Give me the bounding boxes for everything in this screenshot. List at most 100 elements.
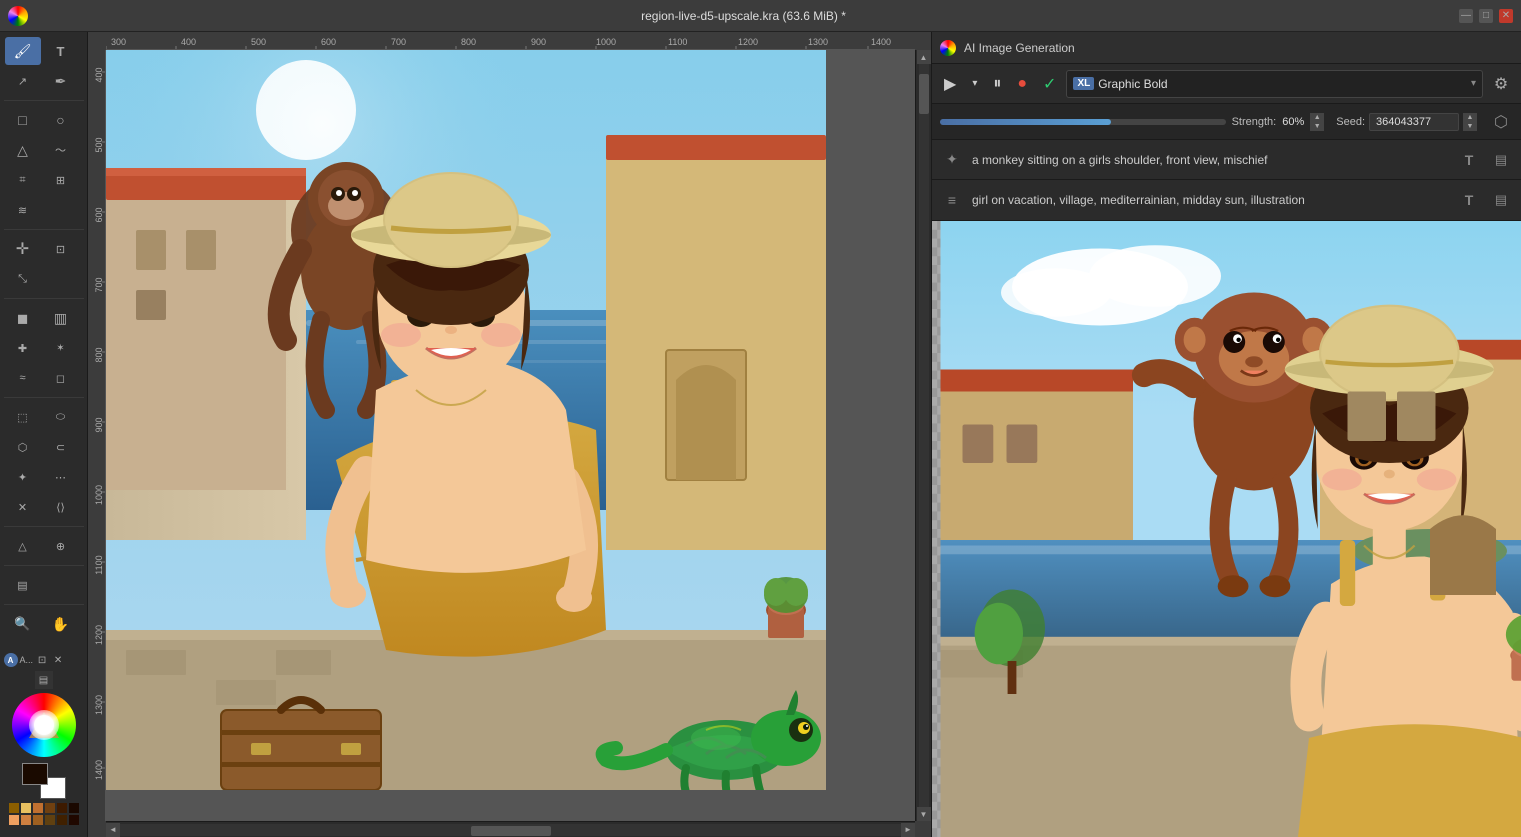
svg-text:900: 900 bbox=[94, 417, 104, 432]
swatch-8[interactable] bbox=[21, 815, 31, 825]
swatch-4[interactable] bbox=[45, 803, 55, 813]
swatch-11[interactable] bbox=[57, 815, 67, 825]
placeholder1 bbox=[43, 196, 79, 224]
layers-manager-btn[interactable]: ▤ bbox=[5, 571, 41, 599]
dynamic-brush-tool[interactable]: ≋ bbox=[5, 196, 41, 224]
seed-spinner[interactable]: ▲ ▼ bbox=[1463, 113, 1477, 131]
style-prompt-icon: ≡ bbox=[940, 188, 964, 212]
color-selector-dot bbox=[34, 715, 54, 735]
select-ellipse-tool[interactable]: ⬭ bbox=[43, 403, 79, 431]
3d-cube-icon[interactable]: ⬡ bbox=[1489, 110, 1513, 134]
seed-up[interactable]: ▲ bbox=[1463, 113, 1477, 122]
style-prompt-text[interactable]: girl on vacation, village, mediterrainia… bbox=[972, 193, 1449, 207]
freehand-brush-tool[interactable]: ↗ bbox=[5, 67, 41, 95]
reference-image-tool[interactable]: ⊕ bbox=[43, 532, 79, 560]
scrollbar-right-thumb[interactable] bbox=[919, 74, 929, 114]
magic-wand-tool[interactable]: ✦ bbox=[5, 463, 41, 491]
swatch-1[interactable] bbox=[9, 803, 19, 813]
tools-section-shapes: □ ○ △ 〜 ⌗ ⊞ ≋ bbox=[4, 105, 84, 230]
scroll-right-button[interactable]: ► bbox=[901, 823, 915, 837]
scrollbar-bottom[interactable]: ◄ ► bbox=[106, 821, 915, 837]
close-button[interactable]: ✕ bbox=[1499, 9, 1513, 23]
seed-input[interactable]: 364043377 bbox=[1369, 113, 1459, 131]
ai-panel-close[interactable]: ✕ bbox=[51, 653, 65, 667]
multibrush-tool[interactable]: ⊞ bbox=[43, 166, 79, 194]
eraser-tool[interactable]: ◻ bbox=[43, 364, 79, 392]
scrollbar-bottom-thumb[interactable] bbox=[471, 826, 551, 836]
select-polygon-tool[interactable]: ⬡ bbox=[5, 433, 41, 461]
swatch-2[interactable] bbox=[21, 803, 31, 813]
maximize-button[interactable]: □ bbox=[1479, 9, 1493, 23]
ai-label: A... bbox=[20, 655, 34, 665]
main-layout: 🖌 T ↗ ✒ □ ○ △ 〜 ⌗ ⊞ ≋ bbox=[0, 32, 1521, 837]
foreground-color-swatch[interactable] bbox=[22, 763, 48, 785]
ai-apply-button[interactable]: ✓ bbox=[1037, 70, 1062, 98]
strength-spinner[interactable]: ▲ ▼ bbox=[1310, 113, 1324, 131]
similar-selection-tool[interactable]: ⋯ bbox=[43, 463, 79, 491]
paint-brush-tool[interactable]: 🖌 bbox=[5, 37, 41, 65]
swatch-3[interactable] bbox=[33, 803, 43, 813]
canvas-scroll-area[interactable] bbox=[106, 50, 915, 821]
text-tool[interactable]: T bbox=[43, 37, 79, 65]
color-wheel[interactable] bbox=[12, 693, 76, 757]
measure-tool[interactable]: △ bbox=[5, 532, 41, 560]
svg-text:900: 900 bbox=[531, 37, 546, 47]
move-tool[interactable]: ✛ bbox=[5, 235, 41, 263]
color-picker-area: A A... ⊡ ✕ ▤ bbox=[0, 645, 88, 833]
scrollbar-right[interactable]: ▲ ▼ bbox=[915, 50, 931, 821]
krita-icon bbox=[940, 40, 956, 56]
seed-down[interactable]: ▼ bbox=[1463, 122, 1477, 131]
ai-play-dropdown[interactable]: ▾ bbox=[966, 70, 983, 98]
strength-slider[interactable] bbox=[940, 119, 1226, 125]
prompt-layers-icon[interactable]: ▤ bbox=[1489, 148, 1513, 172]
ai-settings-button[interactable]: ⚙ bbox=[1487, 70, 1515, 98]
minimize-button[interactable]: — bbox=[1459, 9, 1473, 23]
ai-panel-pin[interactable]: ⊡ bbox=[35, 653, 49, 667]
swatch-7[interactable] bbox=[9, 815, 19, 825]
erase-selection-tool[interactable]: ✕ bbox=[5, 493, 41, 521]
crop-tool[interactable]: ⊡ bbox=[43, 235, 79, 263]
path-tool[interactable]: 〜 bbox=[43, 136, 79, 164]
ai-play-button[interactable]: ▶ bbox=[938, 70, 962, 98]
ai-record-button[interactable]: ● bbox=[1011, 70, 1033, 98]
pen-tool[interactable]: ✒ bbox=[43, 67, 79, 95]
zoom-tool[interactable]: 🔍 bbox=[5, 610, 41, 638]
deform-selection-tool[interactable]: ⟨⟩ bbox=[43, 493, 79, 521]
positive-prompt-text[interactable]: a monkey sitting on a girls shoulder, fr… bbox=[972, 153, 1449, 167]
svg-text:1100: 1100 bbox=[668, 37, 687, 47]
calligraphy-tool[interactable]: ⌗ bbox=[5, 166, 41, 194]
rectangle-tool[interactable]: □ bbox=[5, 106, 41, 134]
ellipse-tool[interactable]: ○ bbox=[43, 106, 79, 134]
eyedropper-tool[interactable]: ✚ bbox=[5, 334, 41, 362]
swatch-5[interactable] bbox=[57, 803, 67, 813]
scroll-down-button[interactable]: ▼ bbox=[917, 807, 931, 821]
polygon-tool[interactable]: △ bbox=[5, 136, 41, 164]
fill-tool[interactable]: ◼ bbox=[5, 304, 41, 332]
smart-patch-tool[interactable]: ✶ bbox=[43, 334, 79, 362]
smear-tool[interactable]: ≈ bbox=[5, 364, 41, 392]
scroll-left-button[interactable]: ◄ bbox=[106, 823, 120, 837]
svg-text:600: 600 bbox=[94, 207, 104, 222]
select-rect-tool[interactable]: ⬚ bbox=[5, 403, 41, 431]
generated-image-container bbox=[932, 221, 1521, 837]
strength-up[interactable]: ▲ bbox=[1310, 113, 1324, 122]
swatch-6[interactable] bbox=[69, 803, 79, 813]
select-freehand-tool[interactable]: ⊂ bbox=[43, 433, 79, 461]
gradient-tool[interactable]: ▥ bbox=[43, 304, 79, 332]
style-layers-icon[interactable]: ▤ bbox=[1489, 188, 1513, 212]
style-format-icon[interactable]: T bbox=[1457, 188, 1481, 212]
scrollbar-right-track[interactable] bbox=[919, 64, 929, 807]
swatch-9[interactable] bbox=[33, 815, 43, 825]
prompt-format-icon[interactable]: T bbox=[1457, 148, 1481, 172]
ai-prompts-section: ✦ a monkey sitting on a girls shoulder, … bbox=[932, 140, 1521, 221]
model-selector[interactable]: XL Graphic Bold ▾ bbox=[1066, 70, 1483, 98]
swatch-10[interactable] bbox=[45, 815, 55, 825]
transform-tool[interactable]: ⤡ bbox=[5, 265, 41, 293]
strength-down[interactable]: ▼ bbox=[1310, 122, 1324, 131]
pan-tool[interactable]: ✋ bbox=[43, 610, 79, 638]
scrollbar-bottom-track[interactable] bbox=[120, 824, 901, 836]
ai-pause-button[interactable]: ⏸ bbox=[987, 70, 1007, 98]
swatch-12[interactable] bbox=[69, 815, 79, 825]
scroll-up-button[interactable]: ▲ bbox=[917, 50, 931, 64]
seed-container: Seed: 364043377 ▲ ▼ bbox=[1336, 113, 1477, 131]
